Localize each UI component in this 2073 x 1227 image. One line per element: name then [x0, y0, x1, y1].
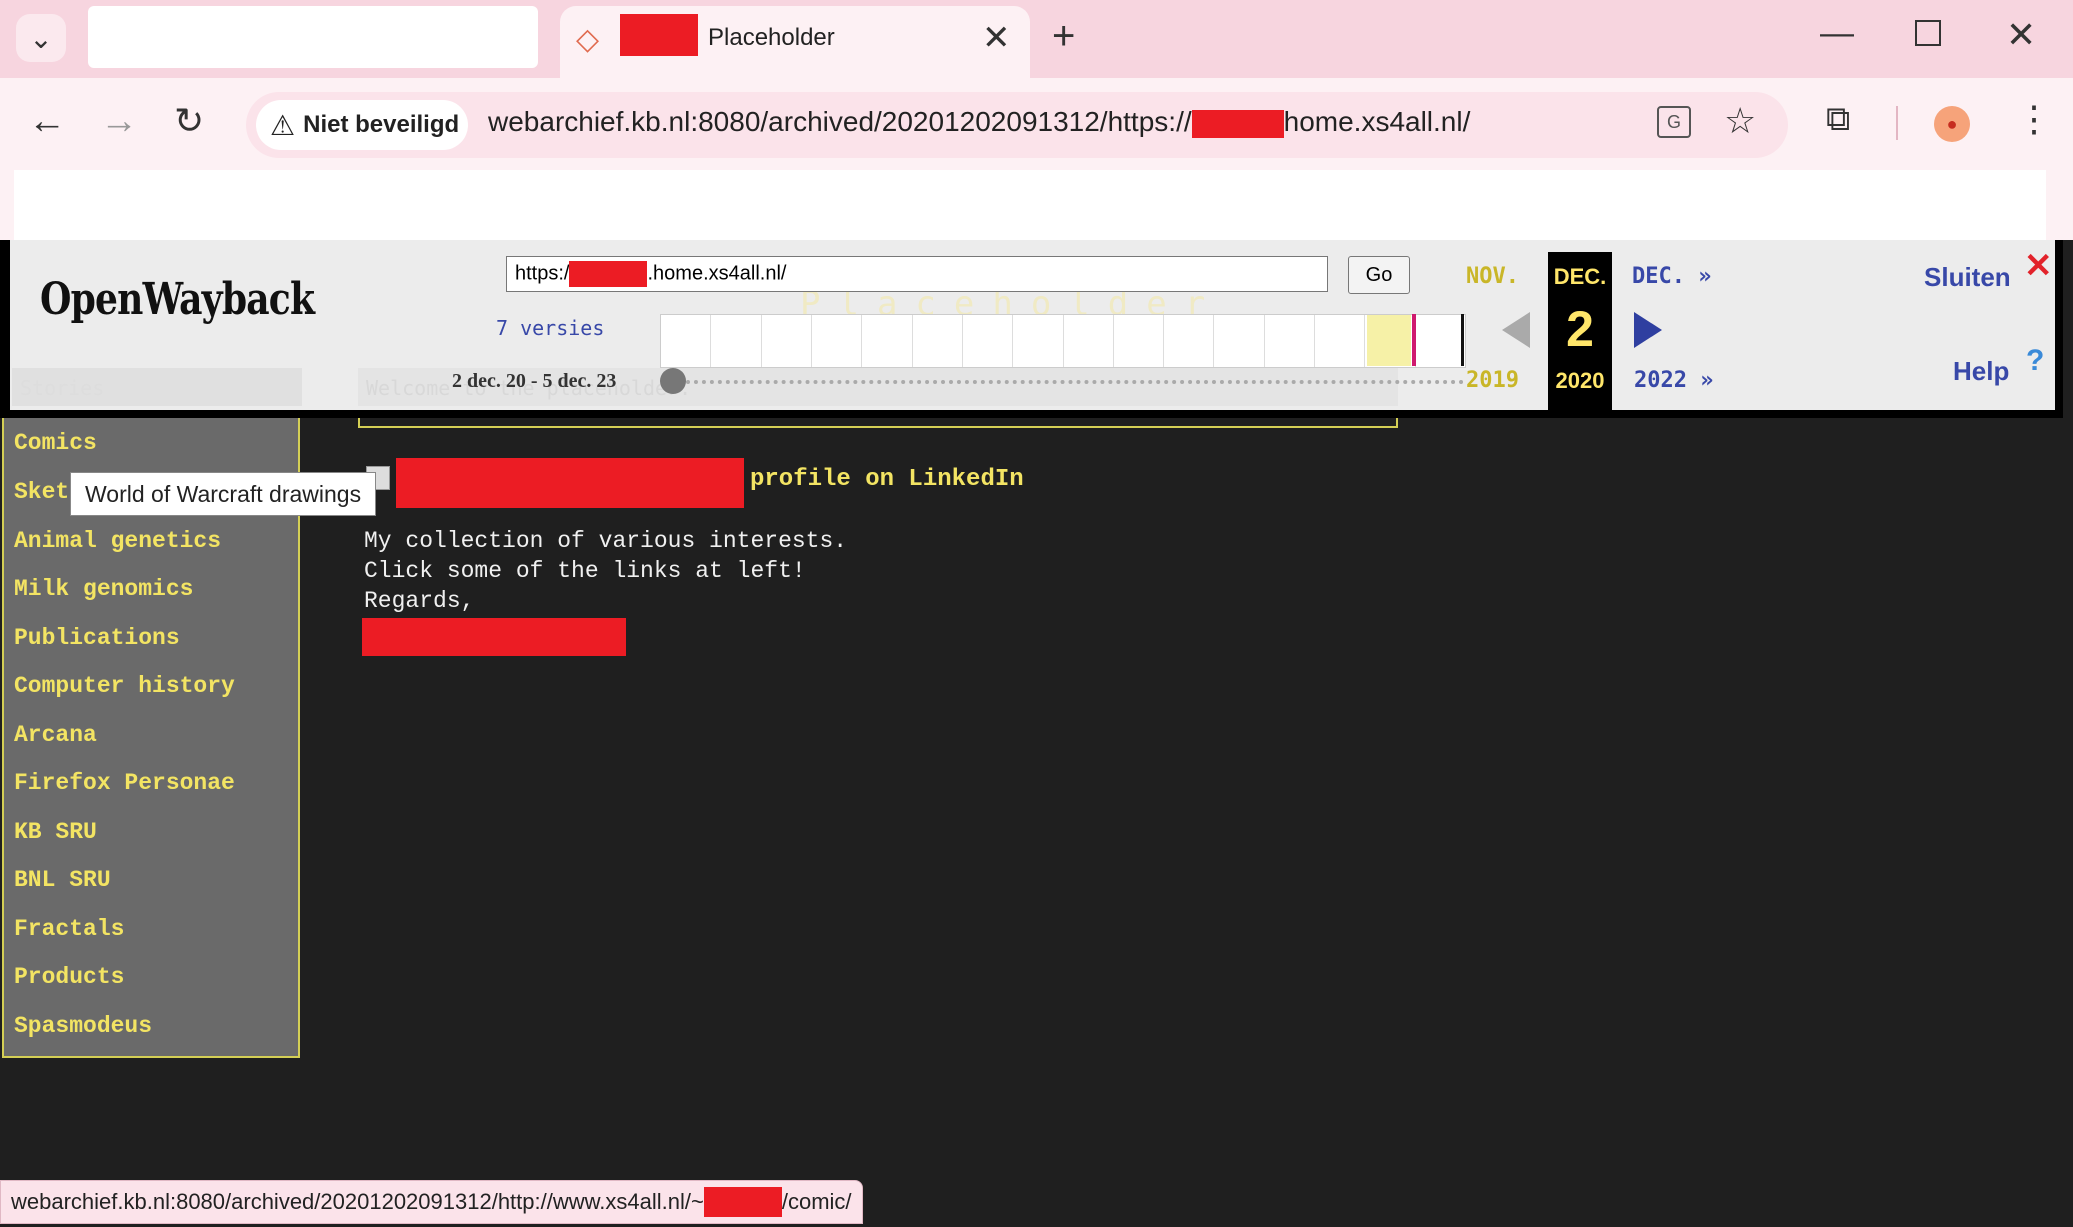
window-maximize-icon[interactable]	[1915, 20, 1941, 46]
url-input-suffix: .home.xs4all.nl/	[647, 262, 787, 285]
timeline-cell[interactable]	[1013, 315, 1064, 367]
timeline-cell[interactable]	[913, 315, 963, 367]
close-banner-link[interactable]: Sluiten	[1924, 262, 2011, 293]
current-month-label: DEC.	[1553, 264, 1607, 289]
security-label: Niet beveiligd	[303, 111, 460, 138]
link-tooltip: World of Warcraft drawings	[70, 472, 377, 516]
intro-line: Regards,	[364, 588, 475, 614]
openwayback-logo[interactable]: OpenWayback	[40, 274, 315, 325]
timeline-current-highlight	[1367, 315, 1411, 366]
timeline-cell[interactable]	[1164, 315, 1215, 367]
timeline-cell[interactable]	[711, 315, 762, 367]
sidebar-item-products[interactable]: Products	[14, 964, 124, 990]
toolbar-divider	[1896, 106, 1898, 140]
linkedin-profile-link[interactable]: profile on LinkedIn	[750, 466, 1024, 493]
bookmark-star-icon[interactable]: ☆	[1724, 100, 1756, 142]
sidebar-item-computer-history[interactable]: Computer history	[14, 673, 235, 699]
timeline-cell[interactable]	[1114, 315, 1165, 367]
timeline-capture-marker[interactable]	[1412, 314, 1416, 366]
timeline-cell[interactable]	[963, 315, 1014, 367]
wayback-url-input[interactable]: https:/ .home.xs4all.nl/	[506, 256, 1328, 292]
close-x-icon[interactable]: ✕	[2024, 246, 2053, 286]
sidebar-item-publications[interactable]: Publications	[14, 625, 180, 651]
go-button[interactable]: Go	[1348, 256, 1410, 294]
profile-avatar[interactable]: ●	[1934, 106, 1970, 142]
welcome-box	[358, 418, 1398, 428]
timeline-capture-marker[interactable]	[1461, 314, 1464, 366]
window-minimize-icon[interactable]: —	[1820, 14, 1854, 53]
next-year-link[interactable]: 2022 »	[1634, 368, 1713, 393]
back-arrow-icon[interactable]: ←	[28, 100, 66, 143]
sidebar-item-sketches[interactable]: Sket	[14, 479, 69, 505]
redacted-block	[703, 1187, 782, 1217]
sidebar-item-animal-genetics[interactable]: Animal genetics	[14, 528, 221, 554]
prev-month-label: NOV.	[1466, 264, 1519, 289]
status-bar-url: webarchief.kb.nl:8080/archived/202012020…	[0, 1180, 863, 1224]
timeline-cell[interactable]	[762, 315, 812, 367]
prev-year-link[interactable]: 2019	[1466, 368, 1519, 393]
status-url-prefix: webarchief.kb.nl:8080/archived/202012020…	[11, 1189, 704, 1214]
window-close-icon[interactable]: ✕	[2006, 14, 2036, 56]
url-suffix: home.xs4all.nl/	[1283, 106, 1471, 137]
translate-icon[interactable]: G	[1657, 106, 1691, 138]
redacted-block	[362, 618, 626, 656]
timeline-cell[interactable]	[661, 315, 712, 367]
current-year-label: 2020	[1555, 368, 1605, 393]
intro-line: My collection of various interests.	[364, 528, 848, 554]
timeline-slider-track[interactable]	[686, 380, 1464, 384]
timeline-cell[interactable]	[1214, 315, 1265, 367]
date-range-label: 2 dec. 20 - 5 dec. 23	[452, 370, 617, 392]
url-prefix: webarchief.kb.nl:8080/archived/202012020…	[488, 106, 1192, 137]
next-month-link[interactable]: DEC. »	[1632, 264, 1711, 289]
status-url-suffix: /comic/	[781, 1189, 852, 1214]
timeline-cell[interactable]	[812, 315, 863, 367]
timeline-cell[interactable]	[1265, 315, 1316, 367]
infobar	[14, 170, 2046, 240]
url-input-prefix: https:/	[515, 262, 570, 285]
redacted-block	[569, 261, 648, 287]
sidebar-item-fractals[interactable]: Fractals	[14, 916, 124, 942]
prev-capture-arrow-icon	[1502, 312, 1530, 348]
blank-tab[interactable]	[88, 6, 538, 68]
timeline-cell[interactable]	[1064, 315, 1114, 367]
forward-arrow-icon[interactable]: →	[100, 100, 138, 143]
help-question-icon[interactable]: ?	[2026, 344, 2044, 378]
timeline-slider-knob[interactable]	[660, 368, 686, 394]
timeline-cell[interactable]	[862, 315, 913, 367]
tab-title: Placeholder	[708, 24, 835, 51]
url-text[interactable]: webarchief.kb.nl:8080/archived/202012020…	[488, 106, 1470, 138]
current-day-label: 2	[1566, 301, 1594, 357]
tab-favicon-icon: ◇	[576, 23, 600, 56]
new-tab-button[interactable]: +	[1052, 14, 1075, 59]
redacted-block	[1191, 109, 1284, 138]
extensions-icon[interactable]: ⧉	[1826, 100, 1850, 139]
sidebar-item-milk-genomics[interactable]: Milk genomics	[14, 576, 193, 602]
ghost-stories-header: Stories	[12, 368, 302, 406]
sidebar-item-spasmodeus[interactable]: Spasmodeus	[14, 1013, 152, 1039]
sidebar-item-kb-sru[interactable]: KB SRU	[14, 819, 97, 845]
sidebar-item-firefox-personae[interactable]: Firefox Personae	[14, 770, 235, 796]
redacted-block	[396, 458, 744, 508]
next-capture-arrow-icon[interactable]	[1634, 312, 1662, 348]
reload-icon[interactable]: ↻	[174, 100, 204, 142]
intro-line: Click some of the links at left!	[364, 558, 806, 584]
security-chip[interactable]: ⚠ Niet beveiligd	[256, 100, 468, 150]
timeline-cell[interactable]	[1416, 315, 1465, 367]
sidebar-item-bnl-sru[interactable]: BNL SRU	[14, 867, 111, 893]
redacted-block	[620, 14, 698, 56]
sidebar-item-comics[interactable]: Comics	[14, 430, 97, 456]
tab-search-dropdown-icon[interactable]: ⌄	[16, 14, 66, 62]
capture-timeline[interactable]	[660, 314, 1466, 368]
sidebar-item-arcana[interactable]: Arcana	[14, 722, 97, 748]
timeline-cell[interactable]	[1315, 315, 1366, 367]
warning-icon: ⚠	[270, 109, 296, 141]
help-link[interactable]: Help	[1953, 356, 2009, 387]
menu-kebab-icon[interactable]: ⋮	[2016, 98, 2052, 140]
versions-link[interactable]: 7 versies	[496, 316, 604, 340]
tab-close-icon[interactable]: ✕	[982, 18, 1011, 58]
